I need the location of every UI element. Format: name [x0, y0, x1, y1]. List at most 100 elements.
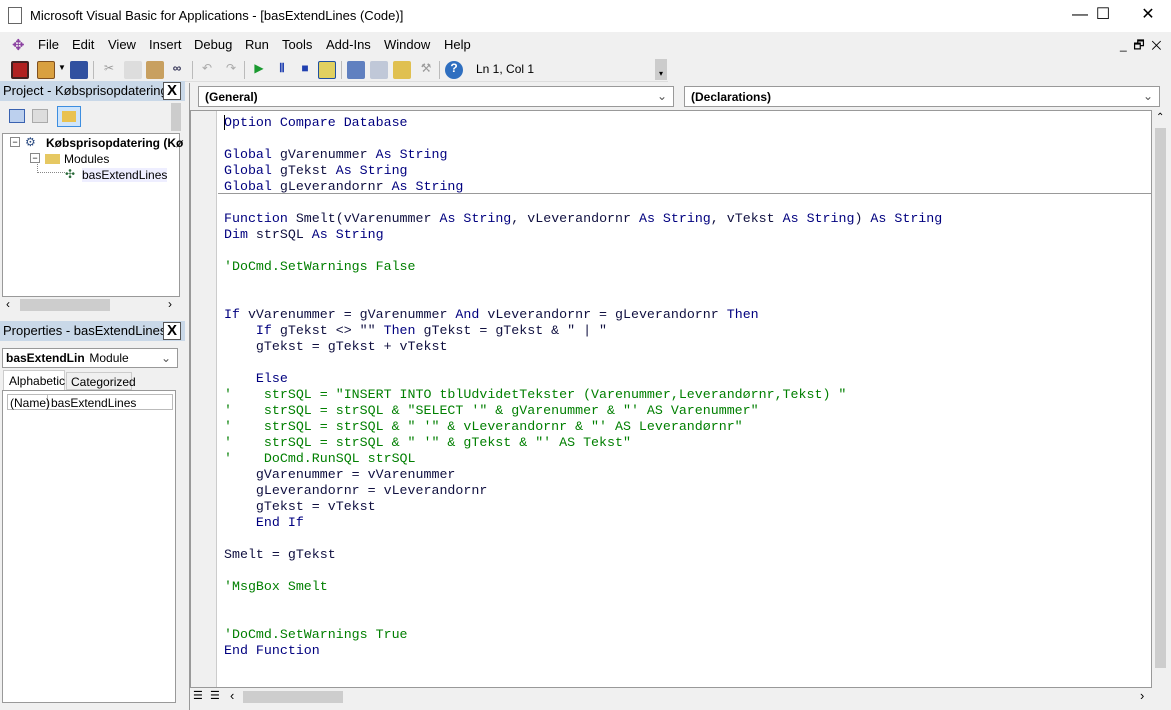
scroll-right-icon[interactable]: › — [168, 297, 172, 311]
scroll-thumb[interactable] — [243, 691, 343, 703]
toolbox-icon[interactable]: ⚒ — [417, 61, 435, 79]
code-line[interactable]: End If — [224, 515, 304, 531]
code-line[interactable]: gVarenummer = vVarenummer — [224, 467, 456, 483]
code-line[interactable]: ' strSQL = strSQL & " '" & vLeverandornr… — [224, 419, 743, 435]
procedure-combo[interactable]: (Declarations) ⌄ — [684, 86, 1160, 107]
code-line[interactable]: ' strSQL = "INSERT INTO tblUdvidetTekste… — [224, 387, 846, 403]
menu-insert[interactable]: Insert — [149, 37, 182, 52]
scroll-up-icon[interactable]: ⌃ — [1156, 112, 1164, 123]
toggle-folders-button[interactable] — [57, 106, 81, 127]
code-line[interactable]: ' strSQL = strSQL & "SELECT '" & gVarenu… — [224, 403, 759, 419]
collapse-icon[interactable]: − — [30, 153, 40, 163]
code-line[interactable]: Global gVarenummer As String — [224, 147, 447, 163]
paste-icon[interactable] — [146, 61, 164, 79]
properties-close-button[interactable]: X — [163, 322, 181, 340]
scroll-thumb[interactable] — [1155, 128, 1166, 668]
menu-run[interactable]: Run — [245, 37, 269, 52]
keyword-token: As String — [311, 227, 384, 242]
scroll-thumb[interactable] — [20, 299, 110, 311]
code-line[interactable]: ' strSQL = strSQL & " '" & gTekst & "' A… — [224, 435, 631, 451]
code-token: gVarenummer — [279, 147, 376, 162]
menu-edit[interactable]: Edit — [72, 37, 94, 52]
tree-item-basextendlines[interactable]: basExtendLines — [82, 168, 168, 182]
property-value[interactable]: basExtendLines — [48, 395, 139, 410]
scroll-left-icon[interactable]: ‹ — [230, 688, 234, 703]
maximize-button[interactable]: ☐ — [1080, 0, 1126, 32]
tree-hscrollbar[interactable]: ‹ › — [2, 297, 180, 313]
code-line[interactable]: If vVarenummer = gVarenummer And vLevera… — [224, 307, 759, 323]
code-line[interactable]: Global gTekst As String — [224, 163, 408, 179]
tab-alphabetic[interactable]: Alphabetic — [3, 370, 65, 391]
margin-indicator-bar[interactable] — [191, 111, 217, 687]
code-line[interactable]: Else — [224, 371, 288, 387]
vba-logo-icon: ✥ — [12, 37, 25, 54]
menu-add-ins[interactable]: Add-Ins — [326, 37, 371, 52]
properties-panel-header: Properties - basExtendLines X — [0, 321, 185, 341]
chevron-down-icon: ⌄ — [1142, 89, 1153, 103]
scroll-right-icon[interactable]: › — [1140, 688, 1144, 703]
code-line[interactable]: Dim strSQL As String — [224, 227, 384, 243]
project-close-button[interactable]: X — [163, 82, 181, 100]
object-combo[interactable]: (General) ⌄ — [198, 86, 674, 107]
code-line[interactable]: gLeverandornr = vLeverandornr — [224, 483, 487, 499]
redo-icon[interactable]: ↷ — [222, 61, 240, 79]
object-name: basExtendLin — [6, 351, 85, 365]
run-icon[interactable]: ▶ — [250, 61, 268, 79]
tree-item-modules[interactable]: Modules — [64, 152, 109, 166]
project-explorer-icon[interactable] — [347, 61, 365, 79]
menu-view[interactable]: View — [108, 37, 136, 52]
full-module-view-icon[interactable]: ☰ — [210, 689, 220, 702]
menu-help[interactable]: Help — [444, 37, 471, 52]
scroll-left-icon[interactable]: ‹ — [6, 297, 10, 311]
code-line[interactable]: gTekst = gTekst + vTekst — [224, 339, 448, 355]
close-button[interactable]: ✕ — [1125, 0, 1171, 32]
object-select[interactable]: basExtendLin Module ⌄ — [2, 348, 178, 368]
code-line[interactable]: 'DoCmd.SetWarnings True — [224, 627, 408, 643]
view-object-icon[interactable] — [32, 109, 48, 123]
code-line[interactable]: End Function — [224, 643, 320, 659]
mdi-controls[interactable]: _ 🗗 ✕ — [1120, 36, 1162, 57]
code-line[interactable]: 'DoCmd.SetWarnings False — [224, 259, 416, 275]
code-line[interactable]: ' DoCmd.RunSQL strSQL — [224, 451, 416, 467]
property-row[interactable]: (Name) basExtendLines — [7, 394, 173, 410]
code-line[interactable]: Option Compare Database — [224, 115, 408, 131]
code-line[interactable]: Smelt = gTekst — [224, 547, 336, 563]
code-line[interactable]: If gTekst <> "" Then gTekst = gTekst & "… — [224, 323, 607, 339]
break-icon[interactable]: Ⅱ — [273, 61, 291, 79]
code-line[interactable]: Global gLeverandornr As String — [224, 179, 463, 195]
code-line[interactable]: gTekst = vTekst — [224, 499, 376, 515]
properties-window-icon[interactable] — [370, 61, 388, 79]
collapse-icon[interactable]: − — [10, 137, 20, 147]
panel-options-icon[interactable] — [171, 103, 181, 131]
access-view-icon[interactable] — [11, 61, 29, 79]
vba-app-icon — [8, 7, 22, 24]
save-icon[interactable] — [70, 61, 88, 79]
menu-file[interactable]: File — [38, 37, 59, 52]
code-vscrollbar[interactable]: ⌃ — [1152, 110, 1169, 688]
comment-token: 'DoCmd.SetWarnings True — [224, 627, 408, 642]
code-line[interactable]: 'MsgBox Smelt — [224, 579, 328, 595]
tree-item-project[interactable]: Købsprisopdatering (Kø — [46, 136, 183, 150]
code-token: gTekst <> "" — [279, 323, 384, 338]
menu-window[interactable]: Window — [384, 37, 430, 52]
menu-debug[interactable]: Debug — [194, 37, 232, 52]
copy-icon[interactable] — [124, 61, 142, 79]
dropdown-arrow-icon[interactable]: ▼ — [58, 63, 66, 72]
code-line[interactable]: Function Smelt(vVarenummer As String, vL… — [224, 211, 942, 227]
menu-tools[interactable]: Tools — [282, 37, 312, 52]
insert-module-icon[interactable] — [37, 61, 55, 79]
object-browser-icon[interactable] — [393, 61, 411, 79]
help-icon[interactable]: ? — [445, 61, 463, 79]
find-icon[interactable]: ∞ — [168, 61, 186, 79]
code-editor[interactable]: Option Compare Database Global gVarenumme… — [190, 110, 1152, 688]
design-mode-icon[interactable] — [318, 61, 336, 79]
keyword-token: And — [455, 307, 488, 322]
reset-icon[interactable]: ■ — [296, 61, 314, 79]
view-code-icon[interactable] — [9, 109, 25, 123]
tab-categorized[interactable]: Categorized — [66, 372, 136, 390]
cut-icon[interactable]: ✂ — [100, 61, 118, 79]
procedure-view-icon[interactable]: ☰ — [193, 689, 203, 702]
comment-token: ' strSQL = strSQL & "SELECT '" & gVarenu… — [224, 403, 759, 418]
toolbar-options-icon[interactable]: ▾ — [655, 59, 667, 80]
undo-icon[interactable]: ↶ — [198, 61, 216, 79]
